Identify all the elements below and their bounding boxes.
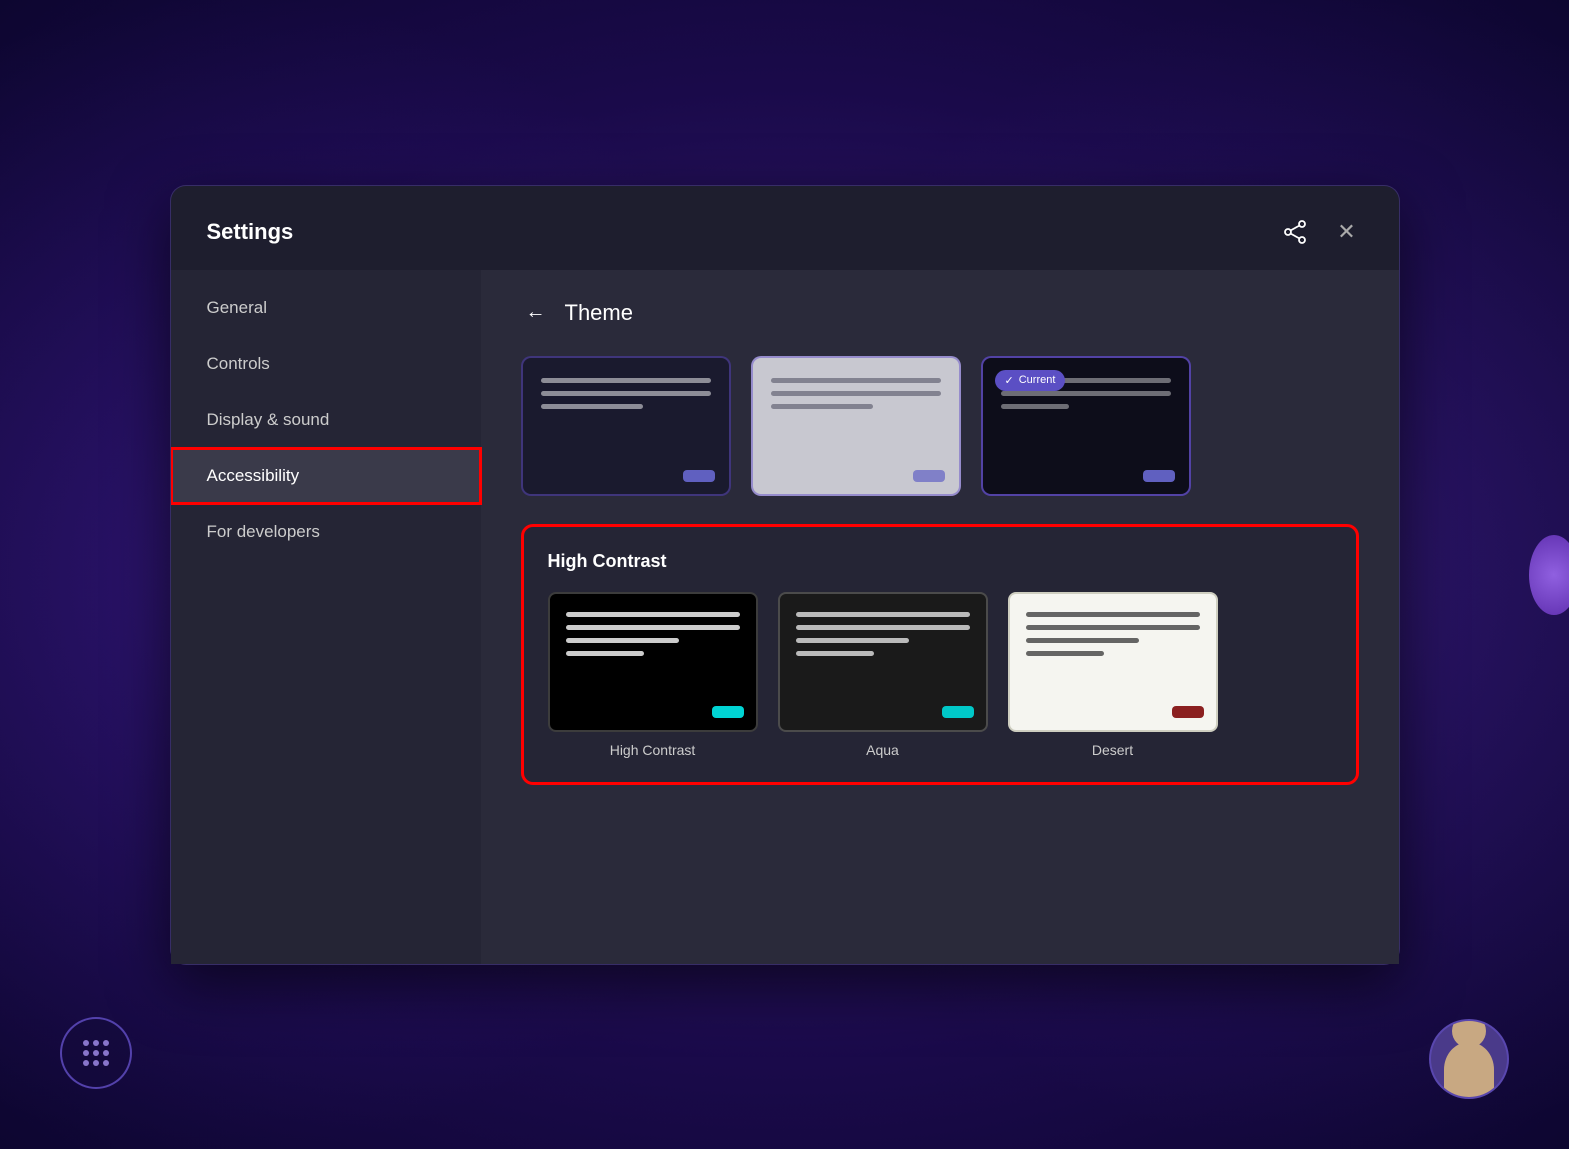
hc-black-line-4	[566, 651, 644, 656]
hc-preview-aqua	[778, 592, 988, 732]
theme-light-lines	[753, 358, 959, 437]
hc-desert-line-2	[1026, 625, 1200, 630]
theme-line-3	[541, 404, 643, 409]
theme-card-light[interactable]	[751, 356, 961, 496]
dot-5	[93, 1050, 99, 1056]
hc-aqua-lines	[780, 594, 986, 682]
sidebar-item-accessibility[interactable]: Accessibility	[171, 448, 481, 504]
dark2-line-2	[1001, 391, 1171, 396]
hc-desert-line-4	[1026, 651, 1104, 656]
dots-grid	[83, 1040, 109, 1066]
back-button[interactable]: ←	[521, 298, 551, 328]
dot-3	[103, 1040, 109, 1046]
sidebar-item-controls[interactable]: Controls	[171, 336, 481, 392]
content-title: Theme	[565, 300, 633, 326]
apps-button[interactable]	[60, 1017, 132, 1089]
avatar-head	[1452, 1019, 1486, 1048]
current-badge-label: Current	[1019, 374, 1056, 386]
hc-preview-desert	[1008, 592, 1218, 732]
hc-aqua-line-3	[796, 638, 909, 643]
share-icon[interactable]	[1277, 214, 1313, 250]
hc-desert-accent	[1172, 706, 1204, 718]
dark2-accent-bar	[1143, 470, 1175, 482]
hc-label-aqua: Aqua	[866, 742, 899, 758]
hc-grid: High Contrast A	[548, 592, 1332, 758]
hc-aqua-line-2	[796, 625, 970, 630]
hc-black-line-1	[566, 612, 740, 617]
hc-desert-line-3	[1026, 638, 1139, 643]
theme-card-dark2[interactable]: Current	[981, 356, 1191, 496]
hc-black-accent	[712, 706, 744, 718]
hc-preview-black	[548, 592, 758, 732]
sidebar: General Controls Display & sound Accessi…	[171, 270, 481, 964]
dot-7	[83, 1060, 89, 1066]
window-body: General Controls Display & sound Accessi…	[171, 270, 1399, 964]
content-header: ← Theme	[521, 298, 1359, 328]
current-badge: Current	[995, 370, 1066, 391]
dark-accent-bar	[683, 470, 715, 482]
sidebar-item-for-developers[interactable]: For developers	[171, 504, 481, 560]
light-line-2	[771, 391, 941, 396]
sidebar-item-general[interactable]: General	[171, 280, 481, 336]
dot-2	[93, 1040, 99, 1046]
light-accent-bar	[913, 470, 945, 482]
dot-8	[93, 1060, 99, 1066]
main-content: ← Theme	[481, 270, 1399, 964]
hc-desert-lines	[1010, 594, 1216, 682]
window-title: Settings	[207, 219, 294, 245]
light-line-1	[771, 378, 941, 383]
hc-label-desert: Desert	[1092, 742, 1133, 758]
close-button[interactable]: ✕	[1331, 216, 1363, 248]
dot-9	[103, 1060, 109, 1066]
dot-4	[83, 1050, 89, 1056]
theme-line-2	[541, 391, 711, 396]
hc-aqua-line-4	[796, 651, 874, 656]
theme-grid: Current	[521, 356, 1359, 496]
hc-aqua-line-1	[796, 612, 970, 617]
hc-label-high-contrast: High Contrast	[610, 742, 696, 758]
window-header: Settings ✕	[171, 186, 1399, 270]
hc-black-line-2	[566, 625, 740, 630]
dark2-line-3	[1001, 404, 1069, 409]
hc-black-lines	[550, 594, 756, 682]
hc-card-desert[interactable]: Desert	[1008, 592, 1218, 758]
hc-card-high-contrast[interactable]: High Contrast	[548, 592, 758, 758]
avatar-body	[1444, 1042, 1494, 1097]
hc-aqua-accent	[942, 706, 974, 718]
high-contrast-section: High Contrast Hig	[521, 524, 1359, 785]
dot-1	[83, 1040, 89, 1046]
sidebar-item-display-sound[interactable]: Display & sound	[171, 392, 481, 448]
hc-desert-line-1	[1026, 612, 1200, 617]
hc-black-line-3	[566, 638, 679, 643]
light-line-3	[771, 404, 873, 409]
hc-card-aqua[interactable]: Aqua	[778, 592, 988, 758]
user-avatar[interactable]	[1429, 1019, 1509, 1099]
theme-card-dark[interactable]	[521, 356, 731, 496]
settings-window: Settings ✕ General Controls Display & so…	[170, 185, 1400, 965]
theme-line-1	[541, 378, 711, 383]
theme-dark-lines	[523, 358, 729, 437]
header-icons: ✕	[1277, 214, 1363, 250]
dot-6	[103, 1050, 109, 1056]
purple-orb	[1529, 535, 1569, 615]
high-contrast-title: High Contrast	[548, 551, 1332, 572]
